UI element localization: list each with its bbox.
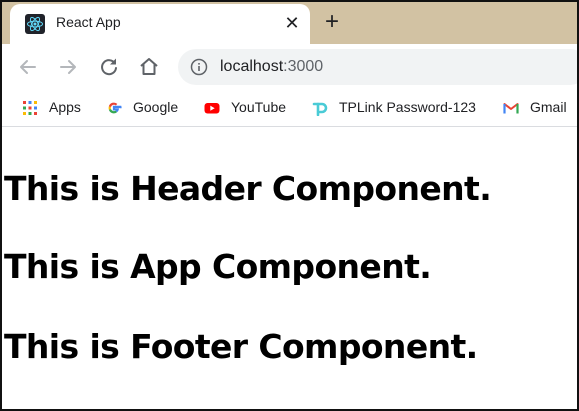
browser-toolbar: localhost:3000 [2,44,577,90]
apps-grid-icon [23,101,37,115]
bookmark-apps[interactable]: Apps [22,97,92,119]
home-button[interactable] [137,55,161,79]
url-host: localhost [220,58,284,75]
react-logo-icon [25,14,45,34]
bookmark-youtube[interactable]: YouTube [204,97,296,119]
page-content: This is Header Component. This is App Co… [2,127,577,409]
tab-title: React App [56,14,121,30]
back-button[interactable] [16,55,40,79]
tab-strip: React App ✕ + [2,2,577,44]
tab-react-app[interactable]: React App ✕ [10,4,310,44]
footer-component-heading: This is Footer Component. [4,327,478,366]
url-text: localhost:3000 [220,58,323,76]
arrow-right-icon [60,60,76,74]
bookmark-label: Apps [49,99,81,115]
url-port: :3000 [283,58,324,75]
bookmark-label: TPLink Password-123 [339,99,476,115]
new-tab-button[interactable]: + [320,10,344,35]
youtube-icon [204,103,220,114]
browser-window: React App ✕ + localhost:3000 Apps Google… [0,0,579,411]
bookmark-label: Gmail [530,99,567,115]
header-component-heading: This is Header Component. [4,169,492,208]
bookmark-gmail[interactable]: Gmail [503,97,573,119]
reload-icon [101,58,117,76]
tplink-icon [312,102,328,116]
address-bar[interactable]: localhost:3000 [178,49,577,85]
bookmarks-bar: Apps Google YouTube TPLink Password-123 … [2,90,577,127]
google-icon [108,102,122,114]
home-icon [140,58,158,75]
gmail-icon [503,103,519,114]
bookmark-label: Google [133,99,179,115]
bookmark-label: YouTube [231,99,287,115]
bookmark-google[interactable]: Google [106,97,190,119]
info-icon[interactable] [190,58,208,76]
bookmark-tplink[interactable]: TPLink Password-123 [312,97,488,119]
forward-button[interactable] [56,55,80,79]
reload-button[interactable] [97,55,121,79]
arrow-left-icon [20,60,36,74]
close-tab-icon[interactable]: ✕ [282,13,302,33]
app-component-heading: This is App Component. [4,247,432,286]
